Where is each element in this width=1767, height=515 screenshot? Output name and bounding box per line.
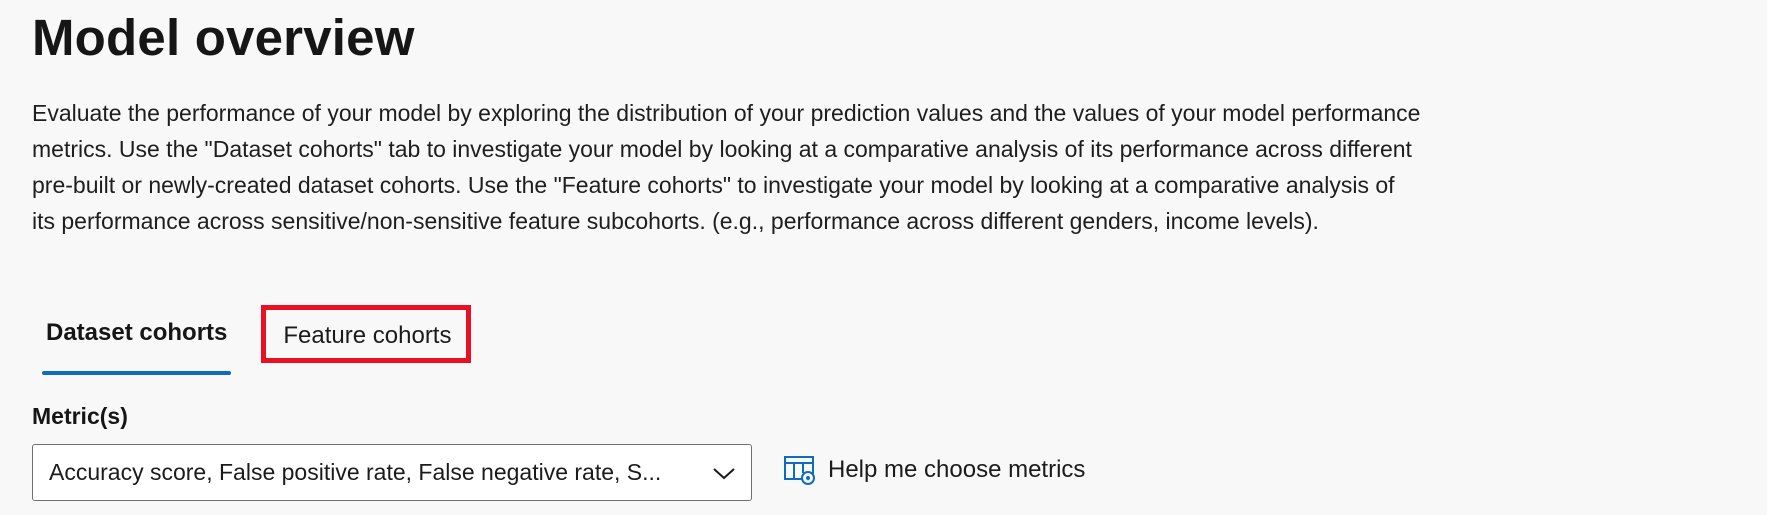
selected-tab-indicator	[42, 371, 232, 375]
tab-feature-cohorts-label: Feature cohorts	[283, 322, 452, 349]
tab-feature-cohorts[interactable]: Feature cohorts	[261, 305, 472, 363]
tab-dataset-cohorts[interactable]: Dataset cohorts	[42, 319, 232, 375]
help-link-label: Help me choose metrics	[828, 456, 1086, 483]
table-settings-icon	[784, 456, 815, 485]
cohort-tabs: Dataset cohorts Feature cohorts	[32, 305, 472, 375]
metrics-dropdown[interactable]: Accuracy score, False positive rate, Fal…	[32, 444, 752, 501]
chevron-down-icon	[713, 468, 735, 480]
help-me-choose-metrics-link[interactable]: Help me choose metrics	[784, 455, 1085, 485]
metrics-label: Metric(s)	[32, 403, 128, 429]
page-description: Evaluate the performance of your model b…	[32, 100, 1421, 234]
model-overview-page: Model overview Evaluate the performance …	[0, 0, 1767, 515]
tab-dataset-cohorts-label: Dataset cohorts	[46, 319, 228, 346]
page-title: Model overview	[32, 9, 415, 66]
metrics-dropdown-value: Accuracy score, False positive rate, Fal…	[49, 459, 662, 485]
